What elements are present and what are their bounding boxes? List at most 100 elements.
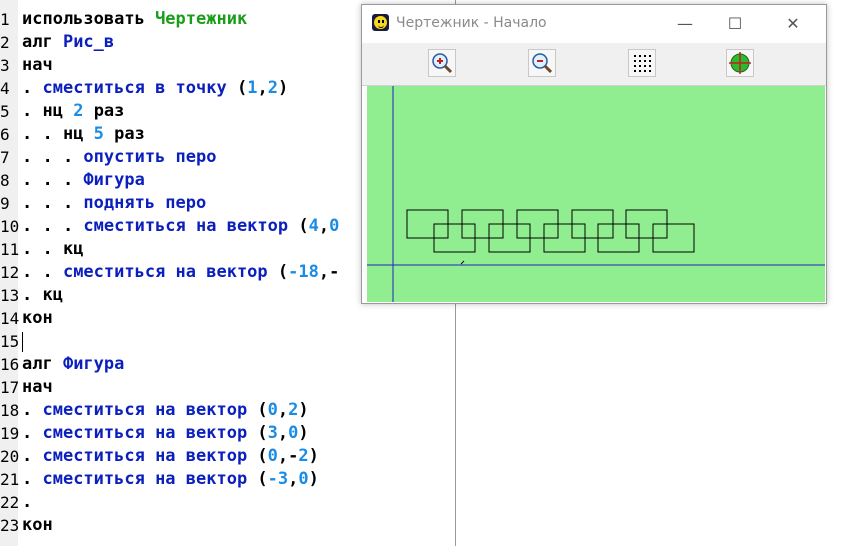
code-token: 5: [93, 124, 104, 144]
code-token: раз: [103, 124, 145, 144]
code-token: ): [277, 78, 289, 98]
code-token: . .: [22, 124, 63, 144]
title-bar[interactable]: Чертежник - Начало — ☐ ✕: [362, 5, 826, 43]
line-number: 19: [0, 424, 20, 443]
code-text: . кц: [22, 284, 63, 307]
code-token: (: [257, 446, 268, 466]
line-number: 5: [0, 102, 10, 121]
code-token: . .: [22, 262, 63, 282]
center-button[interactable]: [726, 49, 754, 77]
maximize-button[interactable]: ☐: [712, 9, 758, 39]
code-line[interactable]: 17 нач: [0, 376, 455, 399]
code-token: сместиться в точку: [42, 78, 237, 98]
code-line[interactable]: 19. сместиться на вектор (3,0): [0, 422, 455, 445]
code-token: (: [257, 400, 268, 420]
code-line[interactable]: 15: [0, 330, 455, 353]
code-token: ,: [257, 78, 268, 98]
code-token: Фигура: [62, 354, 125, 374]
code-token: 4: [308, 216, 319, 236]
zoom-out-button[interactable]: [528, 49, 556, 77]
text-caret: [22, 332, 23, 352]
line-number: 14: [0, 309, 20, 328]
code-token: 3: [267, 423, 278, 443]
code-token: 2: [298, 446, 309, 466]
code-token: кц: [62, 239, 84, 259]
code-token: Фигура: [83, 170, 145, 190]
code-text: кон: [22, 514, 53, 537]
line-number: 6: [0, 125, 10, 144]
code-token: алг: [22, 32, 63, 52]
zoom-in-icon: [432, 53, 453, 74]
code-text: . сместиться в точку (1,2): [22, 77, 288, 100]
code-token: алг: [22, 354, 63, 374]
code-token: нц: [62, 124, 94, 144]
drawing-surface: [367, 86, 825, 302]
code-text: . . сместиться на вектор (-18,-: [22, 261, 339, 284]
code-line[interactable]: 16 алг Фигура: [0, 353, 455, 376]
code-token: сместиться на вектор: [42, 469, 258, 489]
code-line[interactable]: 18. сместиться на вектор (0,2): [0, 399, 455, 422]
code-text: алг Фигура: [22, 353, 124, 376]
line-number: 7: [0, 148, 10, 167]
code-text: алг Рис_в: [22, 31, 114, 54]
line-number: 8: [0, 171, 10, 190]
code-line[interactable]: 23 кон: [0, 514, 455, 537]
close-button[interactable]: ✕: [770, 9, 816, 39]
zoom-in-button[interactable]: [428, 49, 456, 77]
code-token: .: [22, 446, 43, 466]
code-text: нач: [22, 54, 53, 77]
code-text: . . . Фигура: [22, 169, 145, 192]
code-token: кон: [22, 515, 53, 535]
code-token: . . .: [22, 147, 84, 167]
code-token: ): [308, 446, 319, 466]
line-number: 18: [0, 401, 20, 420]
window-title: Чертежник - Начало: [396, 15, 547, 31]
code-line[interactable]: 20. сместиться на вектор (0,-2): [0, 445, 455, 468]
code-token: ): [298, 423, 309, 443]
code-text: . сместиться на вектор (0,-2): [22, 445, 319, 468]
line-number: 12: [0, 263, 20, 282]
code-token: . . .: [22, 170, 84, 190]
code-token: опустить перо: [83, 147, 217, 167]
code-token: ,: [277, 400, 289, 420]
grid-icon: [634, 55, 651, 72]
kumir-smiley-icon: [372, 14, 389, 31]
line-number: 4: [0, 79, 10, 98]
code-token: ,-: [277, 446, 299, 466]
code-token: 0: [267, 446, 278, 466]
code-token: 0: [298, 469, 309, 489]
code-text: нач: [22, 376, 53, 399]
code-text: использовать Чертежник: [22, 8, 247, 31]
code-token: (: [277, 262, 289, 282]
code-line[interactable]: 21. сместиться на вектор (-3,0): [0, 468, 455, 491]
line-number: 17: [0, 378, 20, 397]
code-token: сместиться на вектор: [42, 446, 258, 466]
code-token: (: [257, 469, 268, 489]
code-text: . . . сместиться на вектор (4,0: [22, 215, 339, 238]
code-text: кон: [22, 307, 53, 330]
code-token: -18: [288, 262, 319, 282]
code-token: раз: [83, 101, 125, 121]
code-token: .: [22, 78, 43, 98]
line-number: 11: [0, 240, 20, 259]
code-token: 0: [329, 216, 340, 236]
line-number: 20: [0, 447, 20, 466]
drawer-window[interactable]: Чертежник - Начало — ☐ ✕: [361, 4, 827, 304]
drawing-canvas[interactable]: [367, 86, 825, 302]
drawn-figures: [406, 209, 695, 253]
code-token: нач: [22, 55, 53, 75]
code-token: ,-: [318, 262, 340, 282]
code-line[interactable]: 14 кон: [0, 307, 455, 330]
code-token: (: [298, 216, 309, 236]
code-line[interactable]: 22.: [0, 491, 455, 514]
line-number: 9: [0, 194, 10, 213]
code-token: ,: [277, 423, 289, 443]
code-token: .: [22, 492, 33, 512]
line-number: 13: [0, 286, 20, 305]
code-text: .: [22, 491, 32, 514]
line-number: 23: [0, 516, 20, 535]
code-text: . сместиться на вектор (3,0): [22, 422, 309, 445]
grid-button[interactable]: [628, 49, 656, 77]
line-number: 10: [0, 217, 20, 236]
minimize-button[interactable]: —: [662, 9, 708, 39]
